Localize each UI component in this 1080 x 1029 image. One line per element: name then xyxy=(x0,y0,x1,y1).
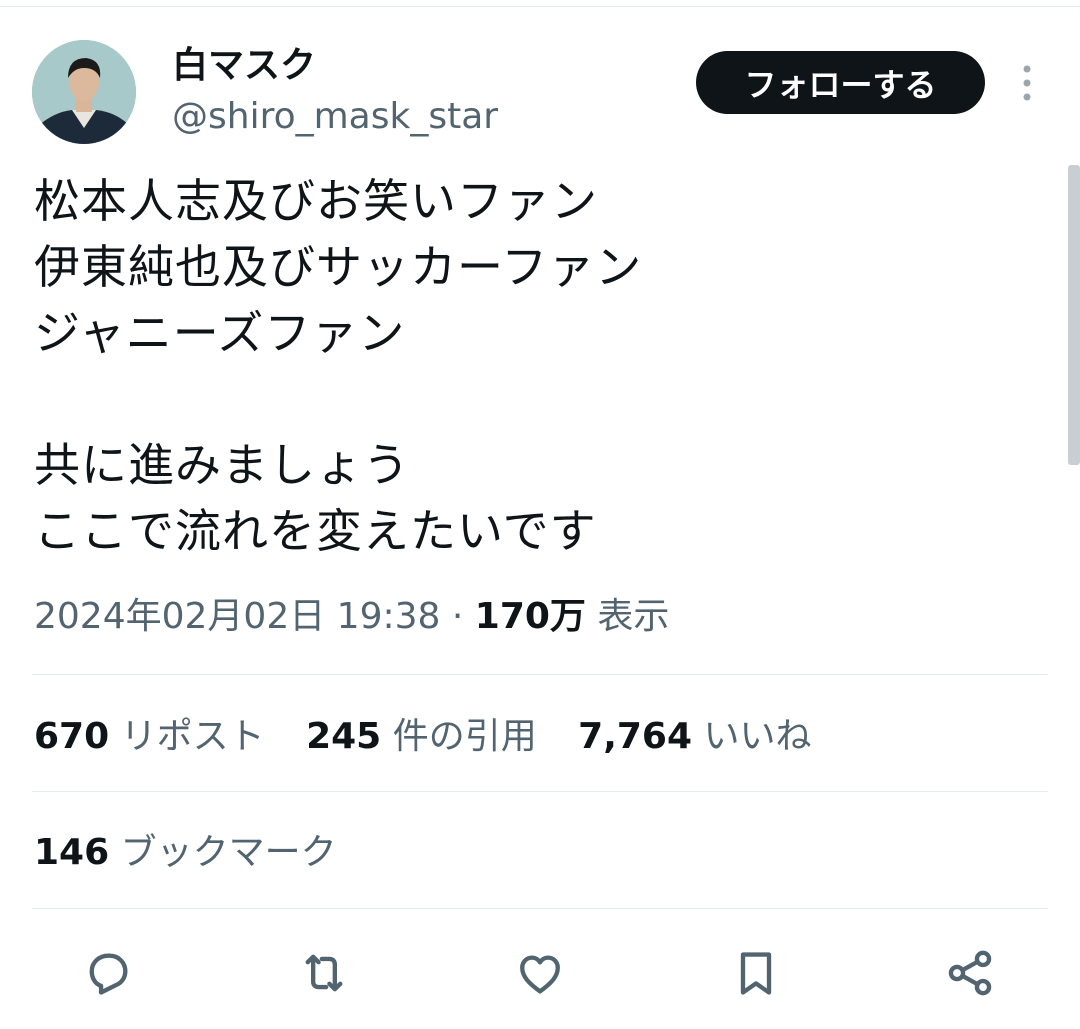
reposts-stat[interactable]: 670 リポスト xyxy=(34,713,265,761)
reposts-label: リポスト xyxy=(120,716,265,757)
repost-button[interactable] xyxy=(296,945,352,1001)
divider xyxy=(32,791,1048,792)
views-label: 表示 xyxy=(585,596,670,637)
tweet-meta: 2024年02月02日 19:38 · 170万 表示 xyxy=(34,593,669,641)
avatar-image xyxy=(32,40,136,144)
bookmarks-count: 146 xyxy=(34,832,110,873)
tweet-line: 共に進みましょう xyxy=(34,438,410,492)
reply-button[interactable] xyxy=(80,945,136,1001)
share-button[interactable] xyxy=(942,945,998,1001)
bookmark-icon xyxy=(740,952,772,995)
tweet-line: 伊東純也及びサッカーファン xyxy=(34,240,643,294)
more-dots-icon xyxy=(1023,65,1031,101)
avatar[interactable] xyxy=(32,40,136,144)
engagement-stats: 670 リポスト 245 件の引用 7,764 いいね xyxy=(34,713,842,761)
likes-stat[interactable]: 7,764 いいね xyxy=(578,713,811,761)
timestamp[interactable]: 2024年02月02日 19:38 xyxy=(34,596,440,637)
tweet-line: 松本人志及びお笑いファン xyxy=(34,174,598,228)
bookmarks-stat[interactable]: 146 ブックマーク xyxy=(34,829,337,877)
share-icon xyxy=(948,950,992,996)
like-button[interactable] xyxy=(512,945,568,1001)
divider xyxy=(32,908,1048,909)
reposts-count: 670 xyxy=(34,716,110,757)
quotes-label: 件の引用 xyxy=(392,716,537,757)
display-name[interactable]: 白マスク xyxy=(172,44,316,88)
likes-label: いいね xyxy=(703,716,812,757)
bookmarks-label: ブックマーク xyxy=(120,832,337,873)
likes-count: 7,764 xyxy=(578,716,693,757)
divider xyxy=(32,674,1048,675)
tweet-line: ここで流れを変えたいです xyxy=(34,504,597,558)
bookmark-button[interactable] xyxy=(728,945,784,1001)
scrollbar[interactable] xyxy=(1068,165,1080,465)
like-icon xyxy=(520,955,560,994)
tweet-text: 松本人志及びお笑いファン 伊東純也及びサッカーファン ジャニーズファン 共に進み… xyxy=(34,168,642,564)
reply-icon xyxy=(89,953,128,995)
repost-icon xyxy=(305,954,343,992)
views-count[interactable]: 170万 xyxy=(475,596,586,637)
more-options-button[interactable] xyxy=(1010,62,1044,104)
meta-separator: · xyxy=(440,596,475,637)
follow-button[interactable]: フォローする xyxy=(696,51,985,114)
top-divider xyxy=(0,6,1080,7)
quotes-count: 245 xyxy=(306,716,382,757)
quotes-stat[interactable]: 245 件の引用 xyxy=(306,713,537,761)
tweet-line: ジャニーズファン xyxy=(34,306,406,360)
user-handle[interactable]: @shiro_mask_star xyxy=(172,95,498,139)
